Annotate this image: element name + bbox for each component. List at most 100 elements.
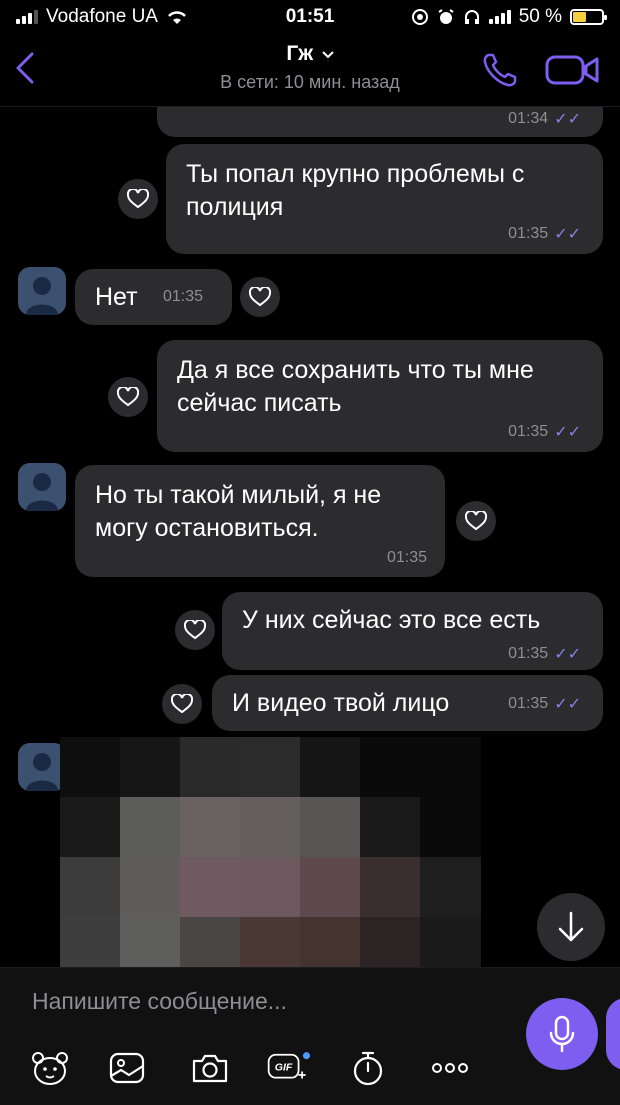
more-options-button[interactable]	[428, 1048, 472, 1088]
heart-icon	[249, 287, 271, 307]
avatar[interactable]	[18, 743, 66, 791]
camera-button[interactable]	[188, 1048, 232, 1088]
message-text: И видео твой лицо	[232, 689, 450, 717]
scroll-to-bottom-button[interactable]	[537, 893, 605, 961]
message-bubble-outgoing[interactable]: У них сейчас это все есть 01:35 ✓✓	[222, 592, 603, 670]
message-meta: 01:35 ✓✓	[508, 694, 581, 714]
video-call-button[interactable]	[544, 52, 600, 93]
message-text: У них сейчас это все есть	[242, 606, 541, 634]
pixel-cell	[420, 797, 481, 858]
pixel-cell	[60, 857, 121, 918]
contact-name: Гж	[286, 42, 314, 65]
message-bubble-outgoing[interactable]: 01:34 ✓✓	[157, 107, 603, 137]
message-bubble-incoming[interactable]: Но ты такой милый, я не могу остановитьс…	[75, 465, 445, 577]
phone-icon	[483, 53, 517, 87]
status-right: 50 %	[411, 6, 607, 28]
heart-icon	[127, 189, 149, 209]
read-check-icon: ✓✓	[554, 646, 581, 663]
pixel-cell	[60, 917, 121, 967]
pixel-cell	[180, 857, 241, 918]
message-composer: Напишите сообщение... GIF	[0, 967, 620, 1105]
message-time: 01:35	[508, 225, 549, 242]
read-check-icon: ✓✓	[554, 424, 581, 441]
like-button[interactable]	[456, 501, 496, 541]
presence-status: В сети: 10 мин. назад	[220, 72, 400, 92]
screen-record-icon	[411, 9, 428, 25]
pixel-cell	[180, 797, 241, 858]
message-list[interactable]: 01:34 ✓✓ Ты попал крупно проблемы с поли…	[0, 107, 620, 967]
stopwatch-icon	[353, 1051, 383, 1086]
message-time: 01:35	[163, 288, 204, 305]
message-time: 01:34	[508, 110, 549, 127]
media-message-blurred-image[interactable]	[60, 737, 481, 967]
message-text: Ты попал крупно проблемы с полиция	[186, 160, 525, 221]
heart-icon	[171, 694, 193, 714]
gif-button[interactable]: GIF	[266, 1048, 310, 1088]
pixel-cell	[240, 857, 301, 918]
message-time: 01:35	[508, 423, 549, 440]
message-text: Нет	[95, 283, 138, 311]
pixel-cell	[300, 917, 361, 967]
message-bubble-outgoing[interactable]: Ты попал крупно проблемы с полиция 01:35…	[166, 144, 603, 254]
message-text: Но ты такой милый, я не могу остановитьс…	[95, 481, 382, 542]
avatar[interactable]	[18, 463, 66, 511]
heart-icon	[465, 511, 487, 531]
camera-icon	[192, 1054, 228, 1083]
pixel-cell	[120, 857, 181, 918]
message-text: Да я все сохранить что ты мне сейчас пис…	[177, 356, 534, 417]
message-bubble-outgoing[interactable]: Да я все сохранить что ты мне сейчас пис…	[157, 340, 603, 452]
bear-sticker-icon	[32, 1052, 68, 1085]
person-icon	[26, 277, 58, 315]
like-button[interactable]	[175, 610, 215, 650]
message-meta: 01:35 ✓✓	[508, 422, 581, 442]
pixel-cell	[180, 917, 241, 967]
battery-percent: 50 %	[518, 6, 562, 27]
message-time: 01:35	[508, 695, 549, 712]
message-bubble-incoming[interactable]: Нет 01:35	[75, 269, 232, 325]
voice-call-button[interactable]	[480, 50, 520, 95]
message-meta: 01:34 ✓✓	[508, 109, 581, 129]
pixel-cell	[360, 797, 421, 858]
sticker-button[interactable]	[28, 1048, 72, 1088]
timer-button[interactable]	[346, 1048, 390, 1088]
pixel-cell	[360, 737, 421, 798]
secondary-action-edge[interactable]	[606, 998, 620, 1070]
arrow-down-icon	[558, 911, 584, 942]
gallery-button[interactable]	[105, 1048, 149, 1088]
like-button[interactable]	[240, 277, 280, 317]
pixel-cell	[60, 737, 121, 798]
pixel-cell	[120, 797, 181, 858]
read-check-icon: ✓✓	[554, 111, 581, 128]
heart-icon	[184, 620, 206, 640]
heart-icon	[117, 387, 139, 407]
message-meta: 01:35 ✓✓	[508, 224, 581, 244]
pixel-cell	[120, 737, 181, 798]
pixel-cell	[240, 917, 301, 967]
pixel-cell	[420, 737, 481, 798]
voice-message-button[interactable]	[526, 998, 598, 1070]
pixel-cell	[300, 797, 361, 858]
pixel-cell	[420, 917, 481, 967]
read-check-icon: ✓✓	[554, 696, 581, 713]
pixel-cell	[240, 737, 301, 798]
message-input[interactable]: Напишите сообщение...	[32, 988, 287, 1015]
message-time: 01:35	[386, 549, 427, 566]
message-meta: 01:35	[387, 549, 427, 567]
like-button[interactable]	[108, 377, 148, 417]
microphone-icon	[549, 1015, 575, 1053]
avatar[interactable]	[18, 267, 66, 315]
message-bubble-outgoing[interactable]: И видео твой лицо 01:35 ✓✓	[212, 675, 603, 731]
person-icon	[26, 473, 58, 511]
like-button[interactable]	[162, 684, 202, 724]
like-button[interactable]	[118, 179, 158, 219]
chevron-down-icon	[321, 51, 334, 59]
pixel-cell	[300, 737, 361, 798]
contact-info[interactable]: Гж В сети: 10 мин. назад	[0, 42, 620, 93]
gif-label: GIF	[275, 1062, 293, 1074]
gif-icon: GIF	[267, 1052, 310, 1079]
pixel-cell	[360, 917, 421, 967]
pixel-cell	[60, 797, 121, 858]
read-check-icon: ✓✓	[554, 226, 581, 243]
chat-header: Гж В сети: 10 мин. назад	[0, 36, 620, 107]
status-bar: Vodafone UA 01:51 50 %	[0, 0, 620, 36]
